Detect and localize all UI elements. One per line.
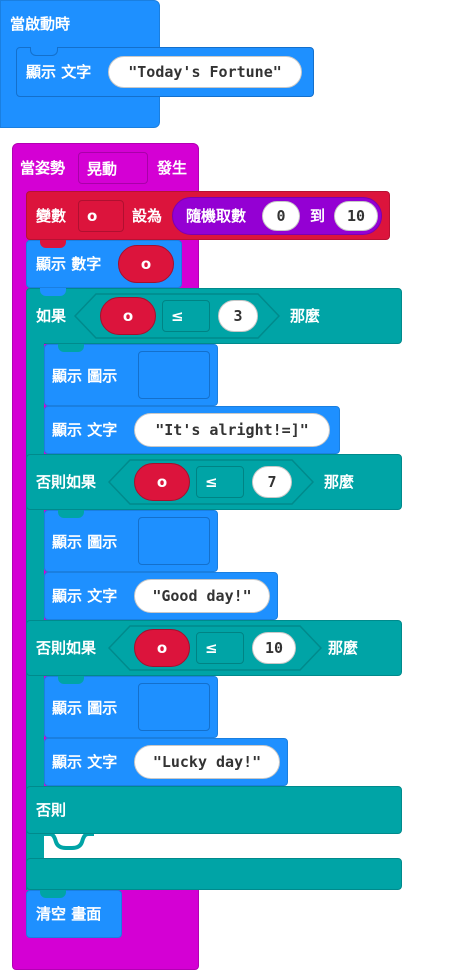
show-icon-label-3: 顯示 圖示 (52, 699, 118, 717)
if-label: 如果 (36, 307, 67, 325)
compare-operator-2[interactable]: ≤ (196, 466, 244, 498)
else-if-label-1: 否則如果 (36, 473, 97, 491)
random-to-input[interactable]: 10 (334, 201, 378, 231)
block-notch (58, 510, 84, 518)
block-notch (58, 344, 84, 352)
condition-var-3[interactable]: o (134, 629, 190, 667)
condition-value-1[interactable]: 3 (218, 300, 258, 332)
variable-dropdown[interactable]: o (78, 200, 124, 232)
then-label-2: 那麼 (324, 473, 355, 491)
compare-operator-1[interactable]: ≤ (162, 300, 210, 332)
icon-matrix-3[interactable] (138, 683, 210, 731)
empty-else-slot[interactable] (44, 834, 402, 858)
show-string-label-3: 顯示 文字 (52, 753, 118, 771)
random-from-input[interactable]: 0 (262, 201, 300, 231)
gesture-suffix-label: 發生 (157, 159, 188, 177)
random-to-label: 到 (310, 207, 326, 225)
set-to-label: 設為 (132, 207, 163, 225)
string-input[interactable]: "Today's Fortune" (108, 56, 302, 88)
show-icon-label-1: 顯示 圖示 (52, 367, 118, 385)
gesture-dropdown[interactable]: 晃動 (78, 152, 148, 184)
if-block-bottom (26, 858, 402, 890)
show-icon-label-2: 顯示 圖示 (52, 533, 118, 551)
message-input-1[interactable]: "It's alright!=]" (134, 413, 330, 447)
else-if-label-2: 否則如果 (36, 639, 97, 657)
show-string-label-2: 顯示 文字 (52, 587, 118, 605)
compare-operator-3[interactable]: ≤ (196, 632, 244, 664)
else-row[interactable] (26, 786, 402, 834)
show-number-var[interactable]: o (118, 245, 174, 283)
random-label: 隨機取數 (186, 207, 247, 225)
else-label: 否則 (36, 801, 67, 819)
message-input-3[interactable]: "Lucky day!" (134, 745, 280, 779)
icon-matrix-2[interactable] (138, 517, 210, 565)
condition-value-2[interactable]: 7 (252, 466, 292, 498)
block-notch (30, 47, 58, 56)
condition-var-2[interactable]: o (134, 463, 190, 501)
show-number-label: 顯示 數字 (36, 255, 102, 273)
block-notch (40, 240, 66, 248)
block-notch (58, 676, 84, 684)
show-string-label: 顯示 文字 (26, 63, 92, 81)
show-string-label-1: 顯示 文字 (52, 421, 118, 439)
set-label: 變數 (36, 207, 67, 225)
block-notch (40, 288, 66, 296)
on-start-label: 當啟動時 (10, 15, 71, 33)
then-label-1: 那麼 (290, 307, 321, 325)
condition-var-1[interactable]: o (100, 297, 156, 335)
block-notch (40, 890, 66, 898)
clear-screen-label: 清空 畫面 (36, 905, 102, 923)
then-label-3: 那麼 (328, 639, 359, 657)
on-gesture-label: 當姿勢 (20, 159, 66, 177)
icon-matrix-1[interactable] (138, 351, 210, 399)
condition-value-3[interactable]: 10 (252, 632, 296, 664)
message-input-2[interactable]: "Good day!" (134, 579, 270, 613)
